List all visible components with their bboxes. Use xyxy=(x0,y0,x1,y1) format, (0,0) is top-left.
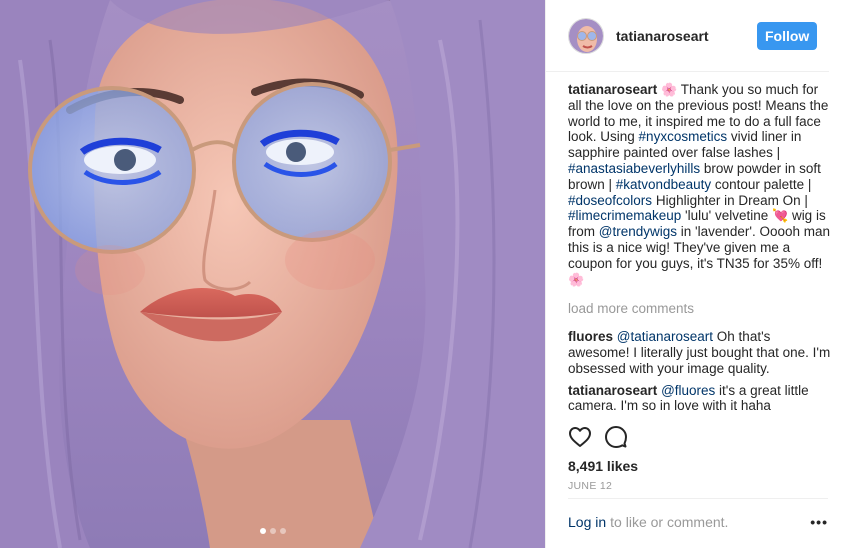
caption-text: Highlighter in Dream On | xyxy=(652,192,808,208)
hashtag-anastasiabeverlyhills[interactable]: #anastasiabeverlyhills xyxy=(568,161,700,176)
avatar-image xyxy=(569,18,603,53)
hashtag-doseofcolors[interactable]: #doseofcolors xyxy=(568,193,652,208)
heart-arrow-emoji: 💘 xyxy=(772,208,789,224)
carousel-dot-2 xyxy=(269,528,276,534)
header-username[interactable]: tatianaroseart xyxy=(616,28,757,44)
carousel-dot-1 xyxy=(259,528,266,534)
portrait-image xyxy=(0,0,545,548)
cherry-blossom-emoji: 🌸 xyxy=(568,271,585,287)
comment-item: tatianaroseart @fluores it's a great lit… xyxy=(568,383,832,414)
comment-bubble-icon[interactable] xyxy=(604,425,628,449)
post-actions xyxy=(568,425,628,449)
post-side-panel: tatianaroseart Follow tatianaroseart 🌸 T… xyxy=(545,0,848,548)
post-photo[interactable] xyxy=(0,0,545,548)
hashtag-katvondbeauty[interactable]: #katvondbeauty xyxy=(616,177,711,192)
login-link[interactable]: Log in xyxy=(568,514,606,530)
comments-list[interactable]: tatianaroseart 🌸 Thank you so much for a… xyxy=(546,72,848,417)
heart-icon[interactable] xyxy=(568,425,592,449)
comment-username[interactable]: tatianaroseart xyxy=(568,383,657,398)
login-prompt: Log in to like or comment. ••• xyxy=(568,514,828,530)
divider xyxy=(568,498,828,499)
more-options-icon[interactable]: ••• xyxy=(810,514,828,530)
avatar[interactable] xyxy=(568,17,604,54)
caption-text: 'lulu' velvetine xyxy=(681,208,772,224)
caption: tatianaroseart 🌸 Thank you so much for a… xyxy=(568,82,832,287)
follow-button[interactable]: Follow xyxy=(757,21,817,50)
comment-mention[interactable]: @fluores xyxy=(661,383,715,398)
carousel-indicator xyxy=(0,528,545,534)
hashtag-nyxcosmetics[interactable]: #nyxcosmetics xyxy=(639,129,728,144)
likes-count[interactable]: 8,491 likes xyxy=(568,458,638,474)
load-more-comments-link[interactable]: load more comments xyxy=(568,301,832,317)
caption-text: contour palette | xyxy=(711,176,812,192)
comment-username[interactable]: fluores xyxy=(568,329,613,344)
comment-item: fluores @tatianaroseart Oh that's awesom… xyxy=(568,329,832,376)
carousel-dot-3 xyxy=(279,528,286,534)
login-prompt-text: to like or comment. xyxy=(610,514,729,530)
caption-username[interactable]: tatianaroseart xyxy=(568,82,657,97)
post-date: JUNE 12 xyxy=(568,480,613,492)
mention-trendywigs[interactable]: @trendywigs xyxy=(599,224,677,239)
comment-mention[interactable]: @tatianaroseart xyxy=(617,329,713,344)
hashtag-limecrimemakeup[interactable]: #limecrimemakeup xyxy=(568,208,681,223)
instagram-post: tatianaroseart Follow tatianaroseart 🌸 T… xyxy=(0,0,848,548)
cherry-blossom-emoji: 🌸 xyxy=(661,82,678,97)
post-header: tatianaroseart Follow xyxy=(546,0,829,72)
